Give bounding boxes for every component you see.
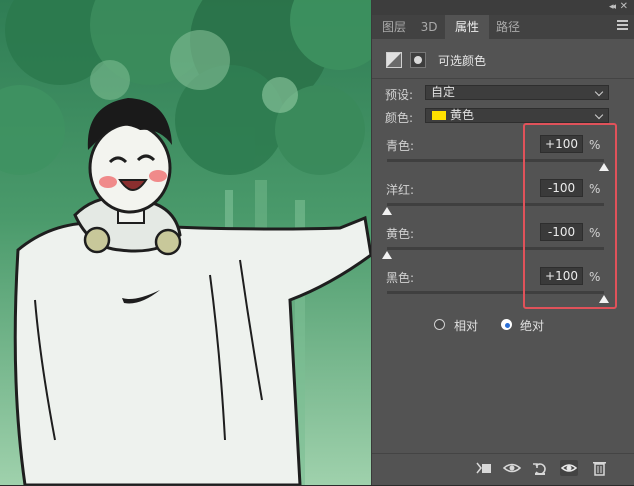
view-previous-state-icon[interactable] [503,460,521,476]
slider-label: 洋红: [386,183,415,197]
collapse-panel-icon[interactable]: ◂◂ [609,2,616,12]
preset-label: 预设: [385,88,414,102]
panel-menu-icon[interactable] [617,20,628,30]
relative-label: 相对 [454,319,479,333]
document-canvas[interactable] [0,0,371,485]
absolute-radio[interactable] [501,319,512,330]
tab-properties[interactable]: 属性 [445,15,489,39]
chevron-down-icon [594,87,604,97]
layer-mask-icon[interactable] [410,52,426,68]
magenta-slider-thumb[interactable] [382,207,392,215]
illustration [0,0,371,485]
close-icon[interactable]: ✕ [620,1,628,12]
slider-label: 青色: [386,139,415,153]
colors-value: 黄色 [450,108,475,122]
slider-label: 黄色: [386,227,415,241]
tab-paths[interactable]: 路径 [490,15,526,39]
panel-tab-bar: 图层 3D 属性 路径 [372,15,634,39]
preset-dropdown[interactable]: 自定 [425,85,609,100]
absolute-label: 绝对 [520,319,545,333]
highlight-annotation-box [523,123,617,309]
slider-label: 黑色: [386,271,415,285]
colors-dropdown[interactable]: 黄色 [425,108,609,123]
trash-icon[interactable] [590,460,608,476]
tab-layers[interactable]: 图层 [376,15,412,39]
panel-top-bar: ◂◂ ✕ [372,0,634,15]
color-swatch [432,111,446,120]
clip-to-layer-icon[interactable] [475,460,493,476]
reset-icon[interactable] [531,460,549,476]
tab-3d[interactable]: 3D [414,15,444,39]
relative-radio[interactable] [434,319,445,330]
panel-title: 可选颜色 [438,54,487,68]
visibility-eye-icon[interactable] [560,460,578,476]
chevron-down-icon [594,110,604,120]
properties-panel: ◂◂ ✕ 图层 3D 属性 路径 可选颜色 预设: 自定 颜色: 黄色 青色: … [371,0,634,485]
selective-color-adjustment-icon[interactable] [386,52,402,68]
preset-value: 自定 [431,85,456,99]
yellow-slider-thumb[interactable] [382,251,392,259]
colors-label: 颜色: [385,111,414,125]
